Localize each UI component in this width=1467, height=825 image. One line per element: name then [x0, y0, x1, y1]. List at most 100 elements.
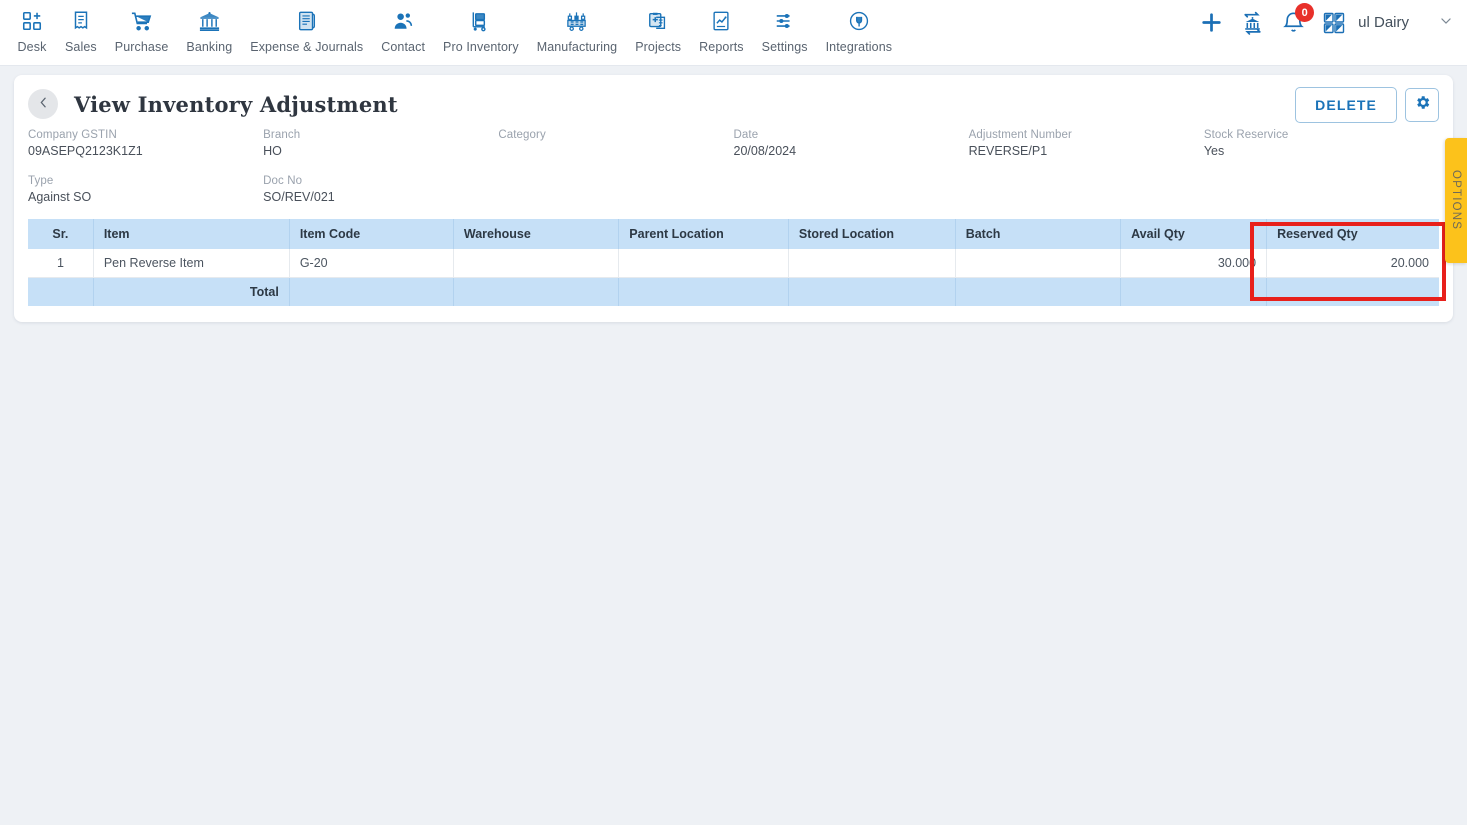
cell-item-code: G-20	[289, 249, 454, 278]
meta-label: Stock Reservice	[1203, 129, 1289, 141]
inventory-adjustment-card: View Inventory Adjustment DELETE Company…	[14, 75, 1453, 322]
meta-value: 20/08/2024	[733, 144, 797, 158]
meta-label: Company GSTIN	[28, 129, 117, 141]
meta-label: Adjustment Number	[968, 129, 1072, 141]
notification-badge: 0	[1295, 3, 1315, 22]
options-tab-label: OPTIONS	[1450, 170, 1462, 231]
card-header: View Inventory Adjustment DELETE	[14, 75, 1453, 127]
company-name[interactable]: ul Dairy	[1358, 14, 1409, 31]
nav-label-reports: Reports	[699, 40, 744, 54]
contact-people-icon	[392, 8, 415, 34]
chevron-down-icon[interactable]	[1439, 14, 1453, 31]
nav-item-projects[interactable]: Projects	[626, 0, 690, 54]
nav-label-settings: Settings	[761, 40, 808, 54]
meta-value: SO/REV/021	[263, 190, 335, 204]
nav-item-contact[interactable]: Contact	[372, 0, 434, 54]
nav-item-banking[interactable]: Banking	[177, 0, 241, 54]
meta-value: Yes	[1203, 144, 1225, 158]
column-header-reserved-qty[interactable]: Reserved Qty	[1266, 219, 1439, 249]
cell-batch	[955, 249, 1122, 278]
reports-chart-icon	[710, 8, 732, 34]
cell-avail-qty: 30.000	[1120, 249, 1268, 278]
back-button[interactable]	[28, 89, 58, 119]
cell-stored-location	[788, 249, 956, 278]
meta-field-date: Date 20/08/2024	[734, 129, 969, 159]
nav-item-pro-inventory[interactable]: Pro Inventory	[434, 0, 528, 54]
cell-sr: 1	[28, 249, 94, 278]
nav-label-projects: Projects	[635, 40, 682, 54]
settings-button[interactable]	[1405, 88, 1439, 122]
meta-field-doc-no: Doc No SO/REV/021	[263, 175, 498, 205]
bank-transfer-icon[interactable]	[1240, 10, 1265, 35]
nav-label-banking: Banking	[186, 40, 233, 54]
table-total-row: Total	[28, 277, 1439, 306]
nav-items: Desk Sales Purchase Banking Expense & Jo…	[8, 0, 901, 54]
column-header-avail-qty[interactable]: Avail Qty	[1120, 219, 1268, 249]
expense-journal-icon	[296, 8, 318, 34]
nav-label-expense-journals: Expense & Journals	[250, 40, 364, 54]
pro-inventory-trolley-icon	[469, 8, 492, 34]
nav-item-settings[interactable]: Settings	[753, 0, 817, 54]
total-cell-sr	[28, 277, 94, 306]
column-header-parent-location[interactable]: Parent Location	[618, 219, 789, 249]
projects-clipboard-icon	[647, 8, 669, 34]
table-row[interactable]: 1 Pen Reverse Item G-20 30.000 20.000	[28, 249, 1439, 278]
column-header-sr[interactable]: Sr.	[28, 219, 94, 249]
total-cell-warehouse	[453, 277, 620, 306]
column-header-item[interactable]: Item	[93, 219, 290, 249]
nav-item-reports[interactable]: Reports	[690, 0, 752, 54]
meta-field-type: Type Against SO	[28, 175, 263, 205]
nav-label-pro-inventory: Pro Inventory	[443, 40, 519, 54]
nav-label-integrations: Integrations	[825, 40, 893, 54]
nav-item-integrations[interactable]: Integrations	[817, 0, 902, 54]
total-cell-batch	[955, 277, 1122, 306]
column-header-stored-location[interactable]: Stored Location	[788, 219, 956, 249]
nav-item-desk[interactable]: Desk	[8, 0, 56, 54]
nav-item-sales[interactable]: Sales	[56, 0, 106, 54]
nav-item-purchase[interactable]: Purchase	[106, 0, 178, 54]
column-header-warehouse[interactable]: Warehouse	[453, 219, 620, 249]
total-label: Total	[93, 277, 290, 306]
nav-label-purchase: Purchase	[114, 40, 169, 54]
apps-grid-icon[interactable]	[1322, 11, 1346, 35]
meta-value: REVERSE/P1	[968, 144, 1048, 158]
meta-field-empty-3	[969, 175, 1204, 205]
card-header-actions: DELETE	[1295, 87, 1439, 123]
meta-label: Doc No	[263, 175, 303, 187]
meta-label: Category	[498, 129, 546, 141]
column-header-batch[interactable]: Batch	[955, 219, 1122, 249]
plus-icon[interactable]	[1199, 10, 1224, 35]
nav-item-manufacturing[interactable]: Manufacturing	[528, 0, 627, 54]
meta-label: Type	[28, 175, 54, 187]
metadata-grid: Company GSTIN 09ASEPQ2123K1Z1 Branch HO …	[14, 129, 1453, 205]
cell-warehouse	[453, 249, 620, 278]
total-cell-reserved-qty	[1266, 277, 1439, 306]
total-cell-stored-location	[788, 277, 956, 306]
meta-field-category: Category	[498, 129, 733, 159]
nav-label-manufacturing: Manufacturing	[536, 40, 618, 54]
meta-field-empty-2	[734, 175, 969, 205]
meta-value: HO	[263, 144, 282, 158]
options-side-tab[interactable]: OPTIONS	[1445, 138, 1467, 263]
bell-icon[interactable]: 0	[1281, 3, 1315, 35]
items-table: Sr. Item Item Code Warehouse Parent Loca…	[28, 219, 1439, 306]
delete-button[interactable]: DELETE	[1295, 87, 1397, 123]
cell-reserved-qty: 20.000	[1266, 249, 1439, 278]
meta-field-branch: Branch HO	[263, 129, 498, 159]
meta-field-empty-1	[498, 175, 733, 205]
meta-value	[498, 144, 733, 159]
sales-receipt-icon	[70, 8, 92, 34]
meta-field-stock-reservice: Stock Reservice Yes	[1204, 129, 1439, 159]
settings-sliders-icon	[774, 8, 796, 34]
total-cell-avail-qty	[1120, 277, 1268, 306]
items-table-wrapper: Sr. Item Item Code Warehouse Parent Loca…	[14, 205, 1453, 322]
meta-value: Against SO	[28, 190, 92, 204]
nav-item-expense-journals[interactable]: Expense & Journals	[241, 0, 372, 54]
nav-label-desk: Desk	[17, 40, 47, 54]
meta-label: Date	[733, 129, 759, 141]
meta-label: Branch	[263, 129, 301, 141]
integrations-plug-icon	[848, 8, 870, 34]
chevron-left-icon	[37, 96, 50, 113]
banking-bank-icon	[198, 8, 221, 34]
column-header-item-code[interactable]: Item Code	[289, 219, 454, 249]
